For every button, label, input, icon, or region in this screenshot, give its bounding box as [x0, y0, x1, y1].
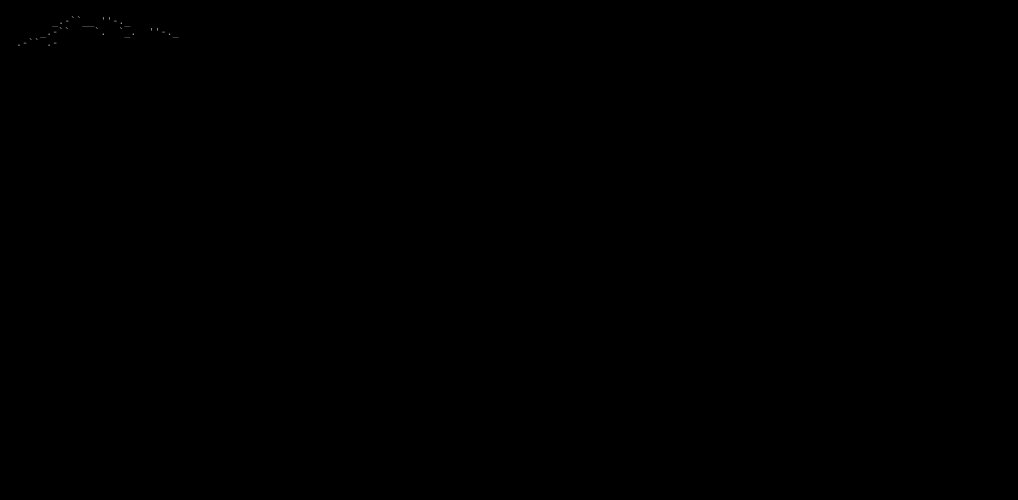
redis-server-terminal: _.-``__ ''-._ _.-`` `. `_. ''-._ .-`` .-: [0, 0, 658, 345]
redis-ascii-art: _.-``__ ''-._ _.-`` `. `_. ''-._ .-`` .-: [4, 16, 654, 49]
